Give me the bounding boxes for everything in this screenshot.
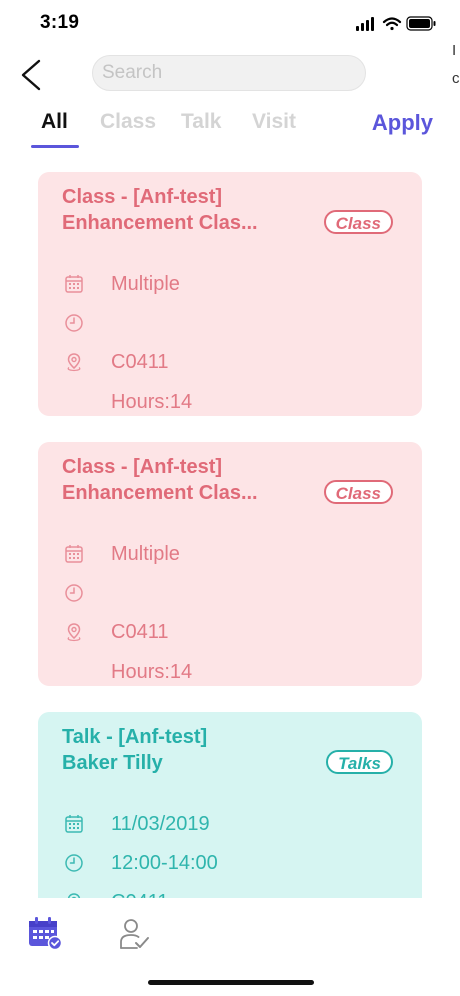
tab-attendance[interactable] (116, 916, 152, 952)
event-date: Multiple (111, 543, 180, 565)
event-location: C0411 (111, 889, 168, 898)
tab-visit[interactable]: Visit (252, 110, 296, 134)
clock-icon (65, 584, 83, 602)
event-card[interactable]: Talk - [Anf-test] Baker Tilly Talks 11/0… (38, 712, 422, 898)
tab-all[interactable]: All (41, 110, 68, 134)
clock-icon (65, 854, 83, 872)
apply-button[interactable]: Apply (372, 110, 433, 136)
event-title-line1: Class - [Anf-test] (62, 456, 223, 478)
event-location: C0411 (111, 621, 169, 643)
calendar-icon (65, 275, 83, 293)
tab-class[interactable]: Class (100, 110, 156, 134)
event-date: 11/03/2019 (111, 813, 210, 835)
search-input[interactable] (93, 56, 365, 90)
event-location: C0411 (111, 351, 169, 373)
status-icons (356, 16, 436, 31)
event-location-row: C0411 (62, 349, 402, 375)
clock-icon (65, 314, 83, 332)
event-location-row: C0411 (62, 619, 402, 645)
calendar-check-icon (29, 917, 63, 951)
event-date: Multiple (111, 273, 180, 295)
event-title-line1: Class - [Anf-test] (62, 186, 223, 208)
event-time-row (62, 580, 402, 606)
event-type-badge: Talks (326, 750, 393, 774)
edge-fragment-bottom: c (452, 70, 460, 87)
event-hours-row: Hours:14 (62, 659, 402, 685)
event-list[interactable]: Class - [Anf-test] Enhancement Clas... C… (0, 160, 460, 898)
event-title-line2: Enhancement Clas... (62, 482, 258, 504)
chevron-left-icon (21, 59, 41, 91)
signal-icon (356, 17, 374, 31)
event-time-row: 12:00-14:00 (62, 850, 402, 876)
event-time: 12:00-14:00 (111, 852, 218, 874)
event-hours: Hours:14 (111, 661, 193, 683)
event-date-row: 11/03/2019 (62, 811, 402, 837)
event-title-line2: Enhancement Clas... (62, 212, 258, 234)
event-type-badge: Class (323, 210, 393, 234)
event-card[interactable]: Class - [Anf-test] Enhancement Clas... C… (38, 442, 422, 686)
status-time: 3:19 (40, 12, 80, 33)
wifi-icon (382, 17, 402, 31)
location-pin-icon (67, 353, 81, 372)
location-pin-icon (67, 623, 81, 642)
event-hours-row: Hours:14 (62, 389, 402, 415)
event-title: Class - [Anf-test] Enhancement Clas... (62, 454, 294, 506)
event-type-badge: Class (323, 480, 393, 504)
user-check-icon (120, 919, 149, 949)
event-date-row: Multiple (62, 541, 402, 567)
calendar-icon (65, 815, 83, 833)
tab-talk[interactable]: Talk (181, 110, 221, 134)
search-bar[interactable] (92, 55, 366, 91)
event-card[interactable]: Class - [Anf-test] Enhancement Clas... C… (38, 172, 422, 416)
calendar-icon (65, 545, 83, 563)
event-time-row (62, 310, 402, 336)
event-title-line1: Talk - [Anf-test] (62, 726, 208, 748)
active-tab-indicator (31, 145, 79, 148)
back-button[interactable] (14, 54, 50, 94)
event-date-row: Multiple (62, 271, 402, 297)
event-title-line2: Baker Tilly (62, 752, 163, 774)
event-hours: Hours:14 (111, 391, 193, 413)
edge-fragment-top: I (452, 42, 457, 59)
home-indicator (148, 980, 314, 985)
event-title: Talk - [Anf-test] Baker Tilly (62, 724, 294, 776)
event-title: Class - [Anf-test] Enhancement Clas... (62, 184, 294, 236)
tab-calendar[interactable] (26, 916, 64, 952)
battery-icon (406, 16, 436, 31)
event-location-row: C0411 (62, 889, 402, 898)
